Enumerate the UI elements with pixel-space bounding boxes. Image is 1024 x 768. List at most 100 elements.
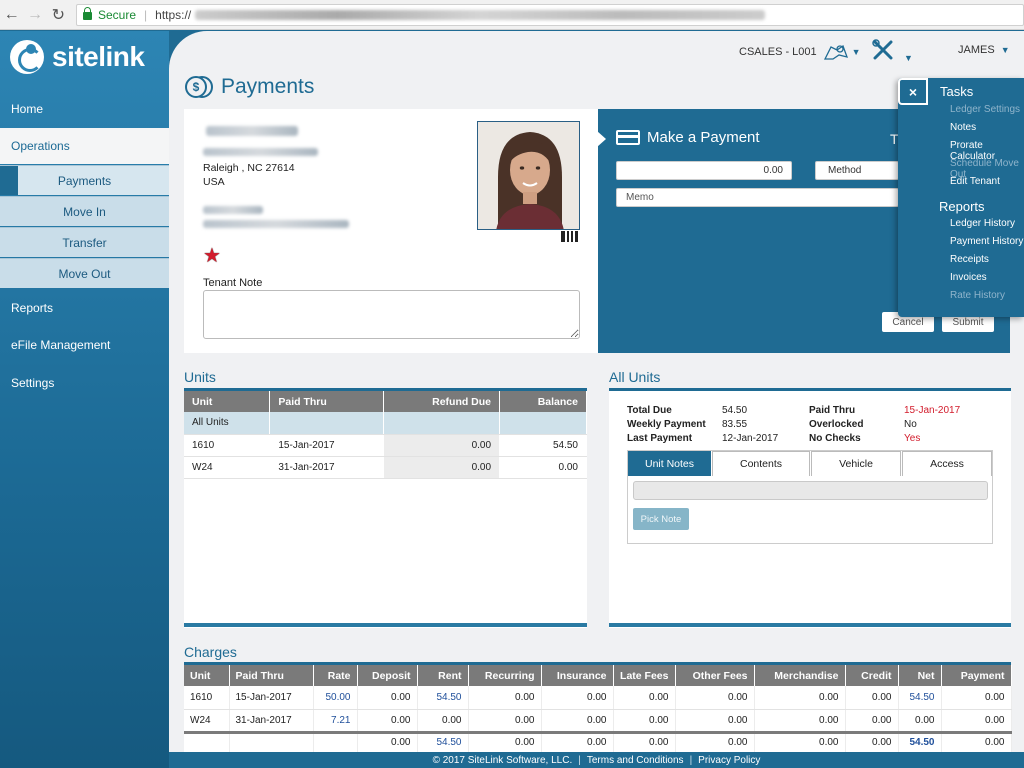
charges-col-merchandise[interactable]: Merchandise: [754, 665, 846, 686]
tab-contents[interactable]: Contents: [712, 451, 810, 476]
units-col-paid-thru[interactable]: Paid Thru: [269, 391, 385, 412]
sidebar-item-settings[interactable]: Settings: [0, 368, 169, 398]
terms-link[interactable]: Terms and Conditions: [587, 755, 684, 766]
charge-credit-cell: 0.00: [845, 709, 899, 733]
tab-access[interactable]: Access: [902, 451, 992, 476]
all-units-panel: Total Due 54.50 Weekly Payment 83.55 Las…: [609, 388, 1011, 628]
chevron-down-icon: ▼: [851, 47, 861, 57]
units-col-refund-due[interactable]: Refund Due: [383, 391, 501, 412]
table-row[interactable]: 1610 15-Jan-2017 0.00 54.50: [184, 434, 587, 457]
back-arrow-icon[interactable]: ←: [0, 0, 23, 30]
menu-item-edit-tenant[interactable]: Edit Tenant: [950, 176, 1000, 187]
star-icon[interactable]: ★: [203, 243, 221, 268]
tab-unit-notes[interactable]: Unit Notes: [628, 451, 711, 476]
total-net: 54.50: [898, 730, 942, 753]
charges-col-paid-thru[interactable]: Paid Thru: [229, 665, 314, 686]
charges-col-other-fees[interactable]: Other Fees: [675, 665, 755, 686]
total-cell: [313, 730, 358, 753]
copyright-text: © 2017 SiteLink Software, LLC.: [432, 754, 573, 766]
user-menu[interactable]: JAMES ▼: [958, 44, 1010, 56]
charges-col-net[interactable]: Net: [898, 665, 942, 686]
reload-icon[interactable]: ↻: [47, 0, 70, 30]
tenant-note-label: Tenant Note: [203, 277, 263, 289]
logo[interactable]: sitelink: [10, 39, 145, 75]
make-payment-title: Make a Payment: [647, 129, 760, 146]
payment-memo-input[interactable]: Memo: [616, 188, 899, 207]
total-rent: 54.50: [417, 730, 469, 753]
secure-label: Secure: [97, 7, 137, 22]
charges-col-deposit[interactable]: Deposit: [357, 665, 418, 686]
tenant-photo: [477, 121, 580, 230]
units-section-title: Units: [184, 369, 216, 385]
charge-other-fees-cell: 0.00: [675, 686, 755, 710]
charge-unit-cell: 1610: [184, 686, 230, 710]
unit-note-input[interactable]: [633, 481, 988, 500]
sidebar-item-operations[interactable]: Operations: [0, 128, 169, 164]
menu-item-notes[interactable]: Notes: [950, 122, 976, 133]
charge-merchandise-cell: 0.00: [754, 709, 846, 733]
units-col-balance[interactable]: Balance: [499, 391, 587, 412]
charges-section-title: Charges: [184, 644, 237, 660]
total-due-value: 54.50: [722, 405, 748, 416]
reports-heading: Reports: [939, 199, 985, 214]
charges-col-late-fees[interactable]: Late Fees: [613, 665, 676, 686]
menu-item-invoices[interactable]: Invoices: [950, 272, 987, 283]
charges-col-credit[interactable]: Credit: [845, 665, 899, 686]
charge-unit-cell: W24: [184, 709, 230, 733]
paid-thru-cell: 15-Jan-2017: [269, 434, 385, 457]
chevron-down-icon: ▼: [904, 53, 913, 63]
payment-method-select[interactable]: Method: [815, 161, 899, 180]
charge-payment-cell[interactable]: 0.00: [941, 709, 1012, 733]
menu-item-receipts[interactable]: Receipts: [950, 254, 989, 265]
sidebar-subitem-payments[interactable]: Payments: [0, 165, 169, 195]
charges-col-recurring[interactable]: Recurring: [468, 665, 542, 686]
active-marker: [0, 166, 18, 195]
charge-recurring-cell: 0.00: [468, 686, 542, 710]
total-deposit: 0.00: [357, 730, 418, 753]
tab-vehicle[interactable]: Vehicle: [811, 451, 901, 476]
tenant-photo-image: [478, 122, 579, 229]
charge-rent-link[interactable]: 54.50: [417, 686, 469, 710]
unit-cell: W24: [184, 456, 271, 479]
sidebar-subitem-transfer[interactable]: Transfer: [0, 227, 169, 257]
sidebar-subitem-move-in[interactable]: Move In: [0, 196, 169, 226]
charges-col-rate[interactable]: Rate: [313, 665, 358, 686]
forward-arrow-icon[interactable]: →: [23, 0, 46, 30]
table-row-all-units[interactable]: All Units: [184, 412, 587, 435]
tenant-phone-blurred: [203, 206, 263, 214]
charge-rate-link[interactable]: 7.21: [313, 709, 358, 733]
menu-item-payment-history[interactable]: Payment History: [950, 236, 1023, 247]
charges-col-rent[interactable]: Rent: [417, 665, 469, 686]
payment-amount-input[interactable]: 0.00: [616, 161, 792, 180]
charges-col-payment[interactable]: Payment: [941, 665, 1012, 686]
address-bar[interactable]: Secure | https://: [75, 3, 1024, 26]
privacy-link[interactable]: Privacy Policy: [698, 755, 760, 766]
charges-col-insurance[interactable]: Insurance: [541, 665, 614, 686]
sidebar-item-efile[interactable]: eFile Management: [0, 330, 169, 360]
table-row[interactable]: 1610 15-Jan-2017 50.00 0.00 54.50 0.00 0…: [184, 686, 1012, 710]
charges-header-row: Unit Paid Thru Rate Deposit Rent Recurri…: [184, 665, 1012, 686]
charge-rate-link[interactable]: 50.00: [313, 686, 358, 710]
sidebar-item-home[interactable]: Home: [0, 94, 169, 124]
total-credit: 0.00: [845, 730, 899, 753]
charges-col-unit[interactable]: Unit: [184, 665, 230, 686]
table-row[interactable]: W24 31-Jan-2017 0.00 0.00: [184, 456, 587, 479]
charge-paid-thru-cell: 15-Jan-2017: [229, 686, 314, 710]
sidebar-item-reports[interactable]: Reports: [0, 293, 169, 323]
menu-item-ledger-history[interactable]: Ledger History: [950, 218, 1015, 229]
units-col-unit[interactable]: Unit: [184, 391, 271, 412]
charge-payment-cell[interactable]: 0.00: [941, 686, 1012, 710]
charge-net-cell: 0.00: [898, 709, 942, 733]
tenant-note-field[interactable]: [203, 290, 580, 339]
all-units-panel-footer-bar: [609, 623, 1011, 627]
paid-thru-value: 15-Jan-2017: [904, 405, 961, 416]
tools-menu-button[interactable]: ▼: [872, 39, 913, 66]
page-title-text: Payments: [221, 75, 315, 98]
pick-note-button[interactable]: Pick Note: [633, 508, 689, 530]
chevron-down-icon: ▼: [1000, 45, 1010, 55]
sidebar-subitem-move-out[interactable]: Move Out: [0, 258, 169, 288]
facility-selector[interactable]: CSALES - L001 ▼: [739, 43, 861, 61]
table-row[interactable]: W24 31-Jan-2017 7.21 0.00 0.00 0.00 0.00…: [184, 709, 1012, 733]
close-icon[interactable]: ×: [898, 78, 928, 105]
total-late-fees: 0.00: [613, 730, 676, 753]
